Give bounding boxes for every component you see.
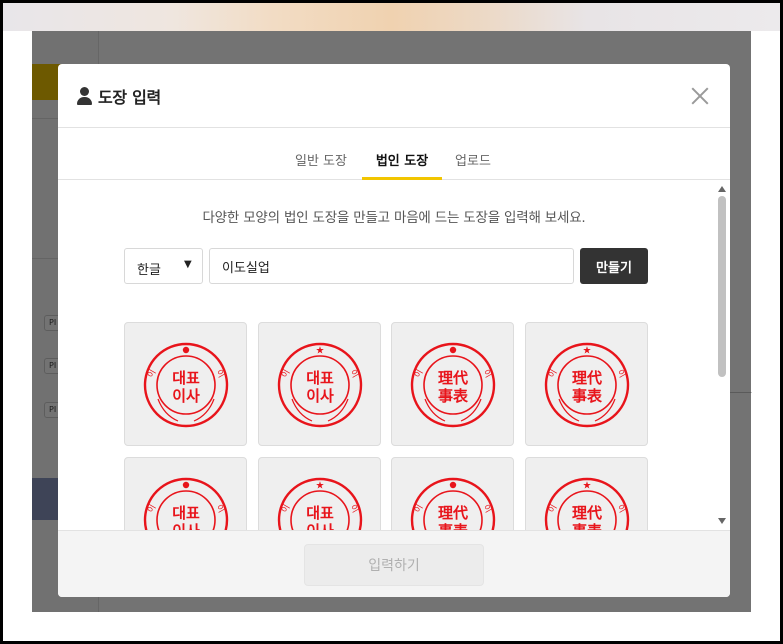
tab-general-stamp[interactable]: 일반 도장 bbox=[286, 150, 356, 180]
stamp-option[interactable]: ★이이理代事表 bbox=[525, 322, 648, 446]
seal-text-line-2: 事表 bbox=[572, 387, 603, 405]
seal-text-line-1: 理代 bbox=[572, 369, 602, 387]
stamp-option[interactable]: 이이대표이사 bbox=[124, 322, 247, 446]
stamp-option[interactable]: 이이理代事表 bbox=[391, 457, 514, 530]
tab-upload[interactable]: 업로드 bbox=[448, 150, 498, 180]
seal-text-line-1: 理代 bbox=[572, 504, 602, 522]
seal-star-mark: ★ bbox=[316, 346, 325, 357]
tab-corporate-stamp[interactable]: 법인 도장 bbox=[362, 150, 442, 180]
description-text: 다양한 모양의 법인 도장을 만들고 마음에 드는 도장을 입력해 보세요. bbox=[202, 210, 586, 226]
seal-text-line-1: 理代 bbox=[438, 369, 468, 387]
seal-star-mark: ★ bbox=[583, 346, 592, 357]
seal-dot-mark bbox=[449, 346, 457, 354]
language-select[interactable]: 한글 ▼ bbox=[124, 248, 203, 284]
seal-dot-mark bbox=[449, 481, 457, 489]
scrollbar-thumb[interactable] bbox=[718, 196, 726, 377]
stamp-option[interactable]: 이이대표이사 bbox=[124, 457, 247, 530]
stamp-option[interactable]: ★이이대표이사 bbox=[258, 322, 381, 446]
seal-dot-mark bbox=[182, 481, 190, 489]
modal-content: 다양한 모양의 법인 도장을 만들고 마음에 드는 도장을 입력해 보세요. 한… bbox=[58, 180, 730, 530]
seal-text-line-1: 대표 bbox=[172, 369, 200, 387]
modal-header: 도장 입력 bbox=[58, 64, 730, 128]
stamp-option[interactable]: 이이理代事表 bbox=[391, 322, 514, 446]
language-select-value: 한글 bbox=[137, 263, 161, 278]
stamp-seal-image: 이이대표이사 bbox=[143, 342, 229, 428]
seal-text-line-2: 이사 bbox=[306, 522, 334, 530]
company-name-input[interactable] bbox=[209, 248, 574, 284]
modal-title: 도장 입력 bbox=[98, 88, 161, 107]
seal-text-line-2: 事表 bbox=[572, 522, 603, 530]
seal-text-line-2: 이사 bbox=[306, 387, 334, 405]
user-icon bbox=[76, 86, 94, 106]
make-button[interactable]: 만들기 bbox=[580, 248, 648, 284]
stamp-seal-image: ★이이대표이사 bbox=[277, 342, 363, 428]
scrollbar[interactable] bbox=[714, 180, 730, 530]
modal-title-group: 도장 입력 bbox=[76, 84, 161, 108]
stamp-option[interactable]: ★이이理代事表 bbox=[525, 457, 648, 530]
seal-star-mark: ★ bbox=[583, 481, 592, 492]
caret-down-icon: ▼ bbox=[184, 259, 192, 270]
stamp-seal-image: ★이이理代事表 bbox=[544, 342, 630, 428]
seal-text-line-2: 事表 bbox=[438, 522, 469, 530]
seal-text-line-2: 이사 bbox=[172, 387, 200, 405]
stamp-seal-image: ★이이대표이사 bbox=[277, 477, 363, 530]
scroll-up-icon[interactable] bbox=[717, 184, 727, 194]
stamp-seal-image: ★이이理代事表 bbox=[544, 477, 630, 530]
seal-text-line-1: 대표 bbox=[306, 369, 334, 387]
stamp-option[interactable]: ★이이대표이사 bbox=[258, 457, 381, 530]
stamp-seal-image: 이이理代事表 bbox=[410, 477, 496, 530]
tab-bar: 일반 도장 법인 도장 업로드 bbox=[58, 128, 730, 180]
seal-text-line-1: 대표 bbox=[172, 504, 200, 522]
seal-text-line-1: 대표 bbox=[306, 504, 334, 522]
stamp-seal-image: 이이대표이사 bbox=[143, 477, 229, 530]
stamp-input-modal: 도장 입력 일반 도장 법인 도장 업로드 다양한 모양의 법인 도장을 만들고… bbox=[58, 64, 730, 597]
stamp-seal-image: 이이理代事表 bbox=[410, 342, 496, 428]
scroll-down-icon[interactable] bbox=[717, 516, 727, 526]
seal-text-line-2: 이사 bbox=[172, 522, 200, 530]
seal-text-line-2: 事表 bbox=[438, 387, 469, 405]
submit-button[interactable]: 입력하기 bbox=[304, 544, 484, 586]
seal-text-line-1: 理代 bbox=[438, 504, 468, 522]
seal-star-mark: ★ bbox=[316, 481, 325, 492]
modal-footer: 입력하기 bbox=[58, 530, 730, 597]
close-icon[interactable] bbox=[686, 82, 714, 110]
seal-dot-mark bbox=[182, 346, 190, 354]
